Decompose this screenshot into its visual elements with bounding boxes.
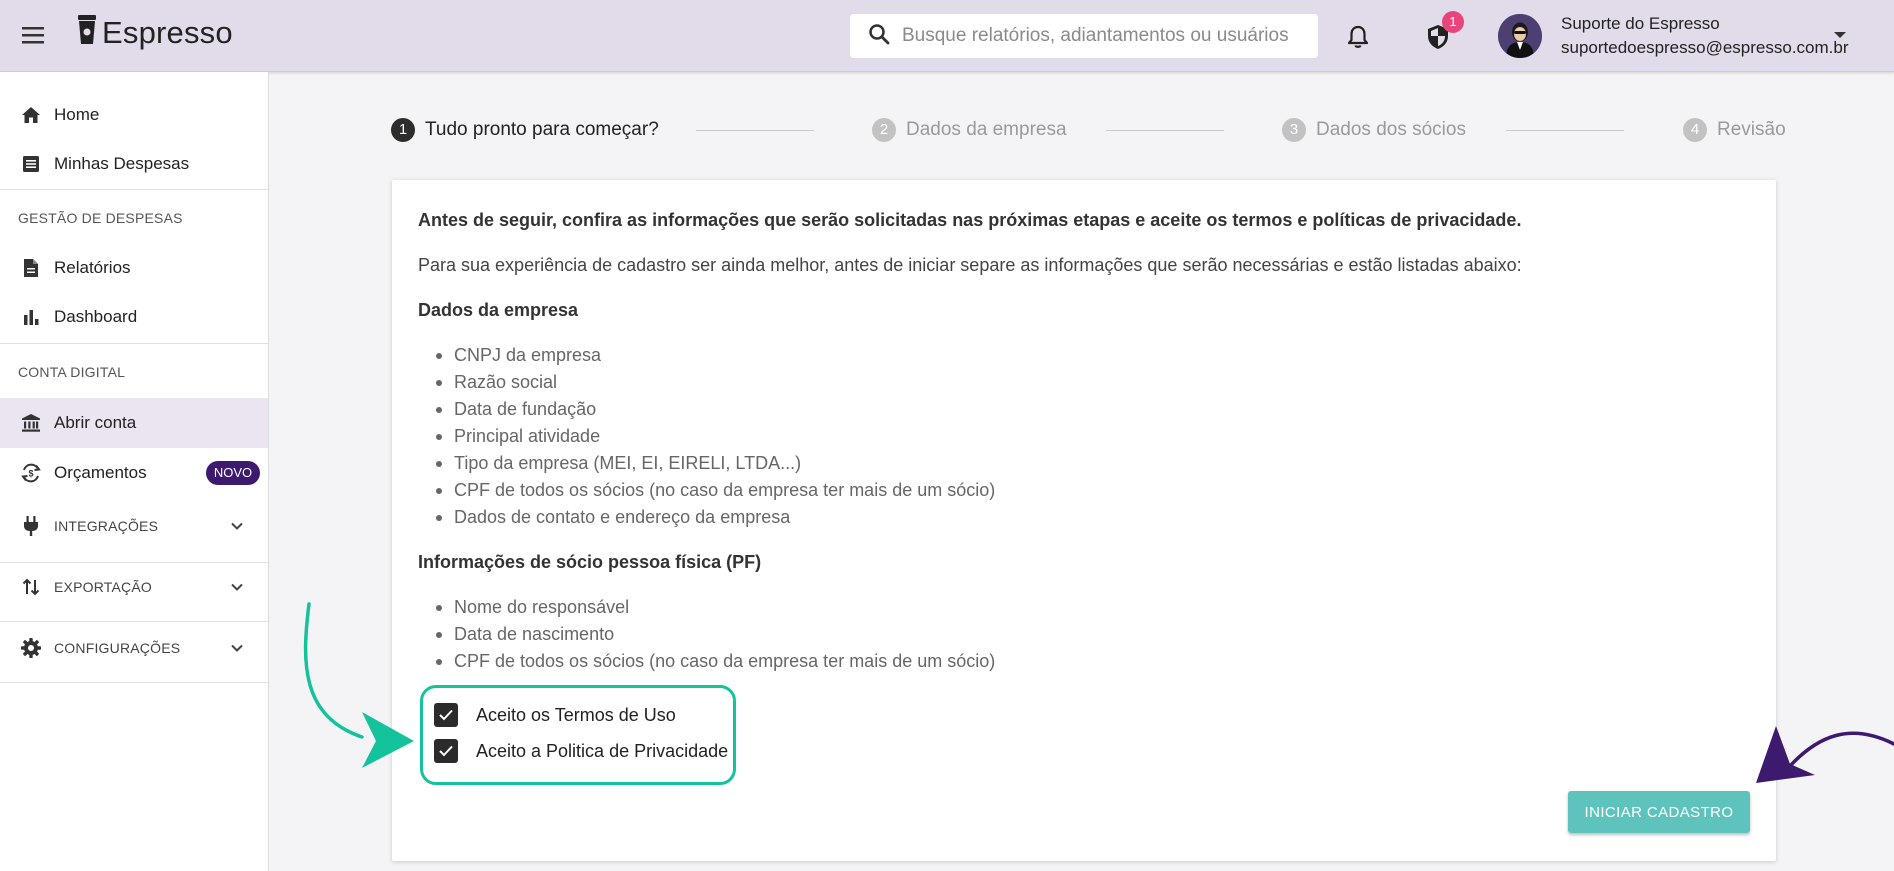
list-item: CPF de todos os sócios (no caso da empre…	[436, 648, 995, 675]
sidebar-divider	[0, 682, 268, 683]
step-label: Dados dos sócios	[1316, 119, 1466, 140]
company-requirements-list: CNPJ da empresa Razão social Data de fun…	[436, 342, 995, 531]
notification-badge: 1	[1442, 11, 1464, 33]
list-item: Data de nascimento	[436, 621, 995, 648]
hamburger-menu-icon[interactable]	[22, 24, 50, 48]
sidebar-item-label: Minhas Despesas	[54, 154, 190, 173]
bar-chart-icon	[20, 306, 42, 328]
money-cycle-icon: $	[20, 462, 42, 484]
search-input[interactable]	[902, 25, 1302, 47]
plug-icon	[20, 515, 42, 537]
sidebar-item-my-expenses[interactable]: Minhas Despesas	[0, 140, 268, 188]
notifications-bell-icon[interactable]	[1346, 24, 1370, 50]
privacy-checkbox[interactable]	[434, 739, 458, 763]
sidebar-item-label: Relatórios	[54, 258, 131, 277]
sidebar-item-settings[interactable]: CONFIGURAÇÕES	[0, 624, 268, 672]
user-avatar[interactable]	[1498, 14, 1542, 58]
step-2: 2 Dados da empresa	[872, 118, 1067, 142]
sidebar-item-label: Abrir conta	[54, 413, 137, 432]
step-connector	[696, 130, 814, 131]
step-1: 1 Tudo pronto para começar?	[391, 118, 659, 142]
sidebar-divider	[0, 189, 268, 190]
step-connector	[1106, 130, 1224, 131]
svg-text:$: $	[28, 469, 33, 479]
step-number: 1	[391, 118, 415, 142]
list-item: Principal atividade	[436, 423, 995, 450]
step-label: Tudo pronto para começar?	[425, 119, 659, 140]
step-label: Dados da empresa	[906, 119, 1067, 140]
partner-heading: Informações de sócio pessoa física (PF)	[418, 552, 762, 572]
app-logo[interactable]: Espresso	[76, 14, 233, 51]
sidebar-item-open-account[interactable]: Abrir conta	[0, 398, 268, 448]
app-name: Espresso	[102, 14, 233, 50]
user-name: Suporte do Espresso	[1561, 14, 1720, 33]
list-item: Data de fundação	[436, 396, 995, 423]
sidebar-item-dashboard[interactable]: Dashboard	[0, 293, 268, 341]
gear-icon	[20, 637, 42, 659]
list-item: CNPJ da empresa	[436, 342, 995, 369]
partner-requirements-list: Nome do responsável Data de nascimento C…	[436, 594, 995, 675]
sidebar-item-export[interactable]: EXPORTAÇÃO	[0, 563, 268, 611]
sidebar-item-label: Dashboard	[54, 307, 138, 326]
step-number: 4	[1683, 118, 1707, 142]
purple-arrow-icon	[1788, 731, 1894, 768]
step-number: 3	[1282, 118, 1306, 142]
search-box[interactable]	[850, 14, 1318, 58]
chevron-down-icon	[230, 519, 244, 533]
step-number: 2	[872, 118, 896, 142]
intro-text: Para sua experiência de cadastro ser ain…	[418, 255, 1522, 275]
sidebar: Home Minhas Despesas GESTÃO DE DESPESAS …	[0, 72, 269, 871]
checkmark-icon	[439, 709, 453, 721]
checkbox-highlight-frame	[420, 685, 736, 785]
swap-vertical-icon	[20, 576, 42, 598]
sidebar-item-label: INTEGRAÇÕES	[54, 518, 159, 534]
user-menu-caret-icon[interactable]	[1834, 32, 1846, 38]
coffee-cup-icon	[76, 14, 98, 51]
step-label: Revisão	[1717, 119, 1786, 140]
chevron-down-icon	[230, 641, 244, 655]
terms-checkbox-row[interactable]: Aceito os Termos de Uso	[434, 703, 676, 727]
sidebar-item-home[interactable]: Home	[0, 91, 268, 139]
sidebar-section-expenses: GESTÃO DE DESPESAS	[18, 210, 183, 226]
user-email: suportedoespresso@espresso.com.br	[1561, 38, 1849, 57]
privacy-checkbox-row[interactable]: Aceito a Politica de Privacidade	[434, 739, 728, 763]
intro-heading: Antes de seguir, confira as informações …	[418, 210, 1522, 230]
new-badge: NOVO	[206, 461, 260, 485]
list-item: Dados de contato e endereço da empresa	[436, 504, 995, 531]
file-report-icon	[20, 257, 42, 279]
sidebar-divider	[0, 343, 268, 344]
list-item: CPF de todos os sócios (no caso da empre…	[436, 477, 995, 504]
sidebar-item-integrations[interactable]: INTEGRAÇÕES	[0, 502, 268, 550]
terms-checkbox[interactable]	[434, 703, 458, 727]
start-registration-button[interactable]: INICIAR CADASTRO	[1568, 791, 1750, 833]
sidebar-item-label: Home	[54, 105, 100, 124]
checkmark-icon	[439, 745, 453, 757]
list-item: Razão social	[436, 369, 995, 396]
step-connector	[1506, 130, 1624, 131]
home-icon	[20, 104, 42, 126]
terms-label: Aceito os Termos de Uso	[476, 704, 676, 725]
bank-icon	[20, 412, 42, 434]
list-item: Nome do responsável	[436, 594, 995, 621]
sidebar-section-digital: CONTA DIGITAL	[18, 364, 126, 380]
teal-arrow-icon	[303, 602, 364, 739]
sidebar-item-label: EXPORTAÇÃO	[54, 579, 152, 595]
step-3: 3 Dados dos sócios	[1282, 118, 1466, 142]
step-4: 4 Revisão	[1683, 118, 1786, 142]
sidebar-item-label: Orçamentos	[54, 463, 147, 482]
search-icon	[868, 23, 890, 50]
privacy-label: Aceito a Politica de Privacidade	[476, 740, 729, 761]
sidebar-item-budgets[interactable]: $ Orçamentos NOVO	[0, 449, 268, 497]
company-heading: Dados da empresa	[418, 300, 579, 320]
list-item: Tipo da empresa (MEI, EI, EIRELI, LTDA..…	[436, 450, 995, 477]
chevron-down-icon	[230, 580, 244, 594]
sidebar-item-reports[interactable]: Relatórios	[0, 244, 268, 292]
sidebar-divider	[0, 621, 268, 622]
list-document-icon	[20, 153, 42, 175]
top-bar: Espresso 1 Suporte do Espresso suportedo…	[0, 0, 1894, 72]
sidebar-item-label: CONFIGURAÇÕES	[54, 640, 181, 656]
